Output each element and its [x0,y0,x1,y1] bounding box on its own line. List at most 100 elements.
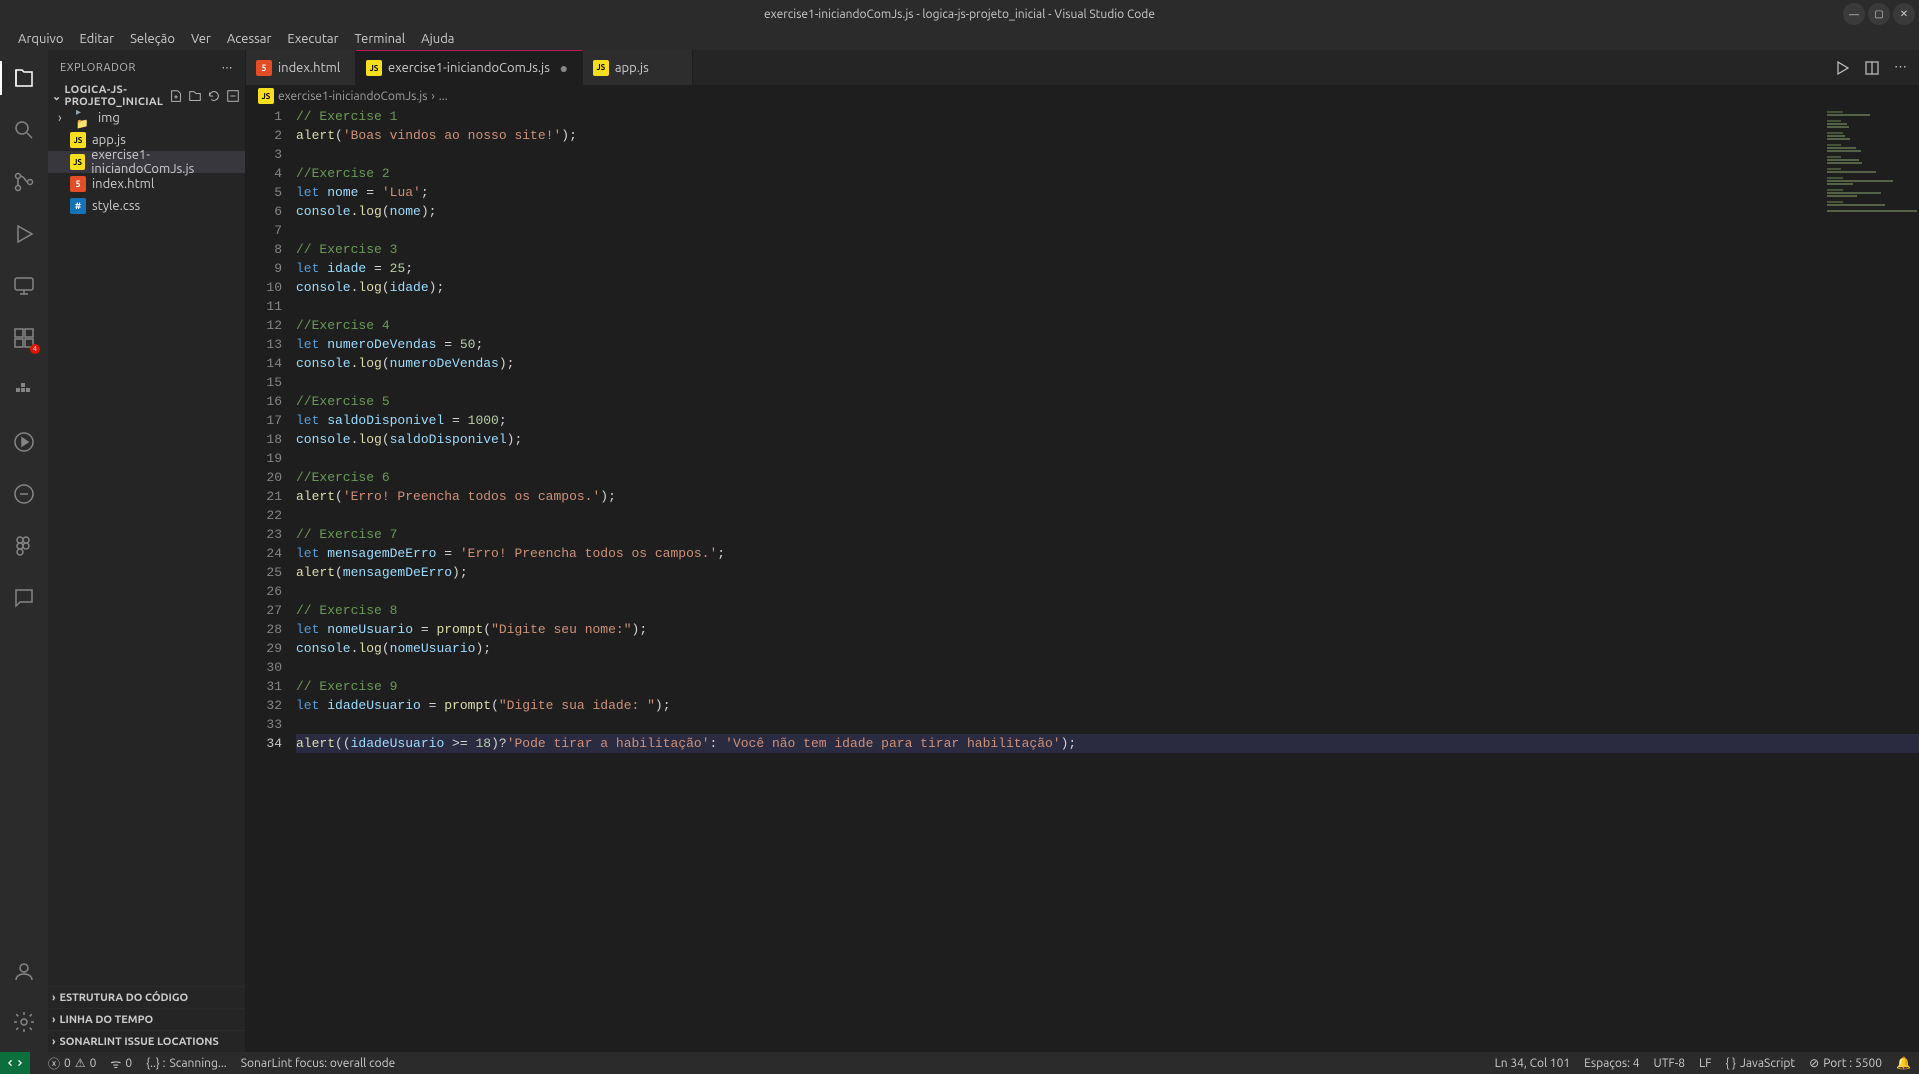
new-file-icon[interactable] [168,88,184,104]
menu-ver[interactable]: Ver [183,30,219,48]
code-line-22[interactable] [296,506,1919,525]
tab-app-js[interactable]: JSapp.js [583,50,693,85]
code-line-6[interactable]: console.log(nome); [296,202,1919,221]
accounts-icon[interactable] [0,952,48,992]
sonar-icon[interactable] [0,474,48,514]
new-folder-icon[interactable] [187,88,203,104]
html-icon: 5 [70,176,86,192]
file-label: style.css [92,199,140,213]
minimize-button[interactable]: — [1843,3,1865,25]
code-line-33[interactable] [296,715,1919,734]
code-line-21[interactable]: alert('Erro! Preencha todos os campos.')… [296,487,1919,506]
code-line-9[interactable]: let idade = 25; [296,259,1919,278]
file-style-css[interactable]: #style.css [48,195,245,217]
file-exercise1-iniciandoComJs-js[interactable]: JSexercise1-iniciandoComJs.js [48,151,245,173]
code-line-15[interactable] [296,373,1919,392]
remote-explorer-icon[interactable] [0,266,48,306]
status-scanning[interactable]: {..} : Scanning... [146,1057,227,1070]
code-line-20[interactable]: //Exercise 6 [296,468,1919,487]
menubar: ArquivoEditarSeleçãoVerAcessarExecutarTe… [0,28,1919,50]
code-line-5[interactable]: let nome = 'Lua'; [296,183,1919,202]
code-line-1[interactable]: // Exercise 1 [296,107,1919,126]
explorer-icon[interactable] [0,58,48,98]
tab-index-html[interactable]: 5index.html [246,50,356,85]
project-header[interactable]: ⌄ LOGICA-JS-PROJETO_INICIAL [48,85,245,107]
code-line-11[interactable] [296,297,1919,316]
menu-arquivo[interactable]: Arquivo [10,30,71,48]
html-icon: 5 [256,60,272,76]
remote-button[interactable] [0,1052,30,1074]
status-spaces[interactable]: Espaços: 4 [1584,1057,1639,1070]
breadcrumbs[interactable]: JS exercise1-iniciandoComJs.js › ... [246,85,1919,107]
code-line-30[interactable] [296,658,1919,677]
code-line-25[interactable]: alert(mensagemDeErro); [296,563,1919,582]
js-icon: JS [70,132,86,148]
code-line-3[interactable] [296,145,1919,164]
code-line-18[interactable]: console.log(saldoDisponivel); [296,430,1919,449]
section-estrutura-do-código[interactable]: ›ESTRUTURA DO CÓDIGO [48,986,245,1008]
status-notifications[interactable]: 🔔 [1896,1056,1911,1070]
breadcrumb-rest: ... [439,90,448,103]
docker-icon[interactable] [0,370,48,410]
code-line-28[interactable]: let nomeUsuario = prompt("Digite seu nom… [296,620,1919,639]
code-line-17[interactable]: let saldoDisponivel = 1000; [296,411,1919,430]
code-line-23[interactable]: // Exercise 7 [296,525,1919,544]
figma-icon[interactable] [0,526,48,566]
run-icon[interactable] [1834,60,1850,76]
section-sonarlint-issue-locations[interactable]: ›SONARLINT ISSUE LOCATIONS [48,1030,245,1052]
status-encoding[interactable]: UTF-8 [1654,1057,1685,1070]
sidebar-more-icon[interactable]: ⋯ [222,61,234,74]
source-control-icon[interactable] [0,162,48,202]
code-line-26[interactable] [296,582,1919,601]
code-line-7[interactable] [296,221,1919,240]
status-port[interactable]: ⊘ Port : 5500 [1809,1056,1882,1070]
folder-img[interactable]: ›▸📁img [48,107,245,129]
status-ports[interactable]: ᯤ0 [110,1055,132,1072]
menu-editar[interactable]: Editar [71,30,122,48]
status-language[interactable]: { } JavaScript [1725,1057,1795,1070]
status-sonar[interactable]: SonarLint focus: overall code [241,1057,396,1070]
code-line-19[interactable] [296,449,1919,468]
code-line-27[interactable]: // Exercise 8 [296,601,1919,620]
maximize-button[interactable]: ▢ [1868,3,1890,25]
code-line-4[interactable]: //Exercise 2 [296,164,1919,183]
menu-executar[interactable]: Executar [279,30,346,48]
code-line-10[interactable]: console.log(idade); [296,278,1919,297]
status-ln-col[interactable]: Ln 34, Col 101 [1495,1057,1571,1070]
search-icon[interactable] [0,110,48,150]
status-eol[interactable]: LF [1699,1057,1711,1070]
code-line-14[interactable]: console.log(numeroDeVendas); [296,354,1919,373]
close-window-button[interactable]: ✕ [1893,3,1915,25]
menu-ajuda[interactable]: Ajuda [413,30,462,48]
menu-acessar[interactable]: Acessar [219,30,280,48]
settings-gear-icon[interactable] [0,1002,48,1042]
code-line-31[interactable]: // Exercise 9 [296,677,1919,696]
file-index-html[interactable]: 5index.html [48,173,245,195]
minimap[interactable] [1823,107,1919,267]
tab-exercise1-iniciandoComJs-js[interactable]: JSexercise1-iniciandoComJs.js● [356,50,583,85]
code-line-13[interactable]: let numeroDeVendas = 50; [296,335,1919,354]
refresh-icon[interactable] [206,88,222,104]
code-line-34[interactable]: alert((idadeUsuario >= 18)?'Pode tirar a… [296,734,1919,753]
code-editor[interactable]: 1234567891011121314151617181920212223242… [246,107,1919,1052]
collapse-icon[interactable] [225,88,241,104]
status-problems[interactable]: ⓧ0 ⚠0 [48,1055,96,1072]
code-line-32[interactable]: let idadeUsuario = prompt("Digite sua id… [296,696,1919,715]
code-line-29[interactable]: console.log(nomeUsuario); [296,639,1919,658]
more-icon[interactable]: ⋯ [1894,60,1907,75]
chat-icon[interactable] [0,578,48,618]
code-line-16[interactable]: //Exercise 5 [296,392,1919,411]
menu-seleção[interactable]: Seleção [122,30,183,48]
menu-terminal[interactable]: Terminal [347,30,414,48]
split-editor-icon[interactable] [1864,60,1880,76]
chevron-right-icon: › [52,1036,55,1048]
code-line-12[interactable]: //Exercise 4 [296,316,1919,335]
extensions-icon[interactable]: 4 [0,318,48,358]
code-line-2[interactable]: alert('Boas vindos ao nosso site!'); [296,126,1919,145]
code-line-8[interactable]: // Exercise 3 [296,240,1919,259]
code-line-24[interactable]: let mensagemDeErro = 'Erro! Preencha tod… [296,544,1919,563]
live-share-icon[interactable] [0,422,48,462]
section-linha-do-tempo[interactable]: ›LINHA DO TEMPO [48,1008,245,1030]
tab-close-icon[interactable]: ● [556,60,572,76]
run-debug-icon[interactable] [0,214,48,254]
